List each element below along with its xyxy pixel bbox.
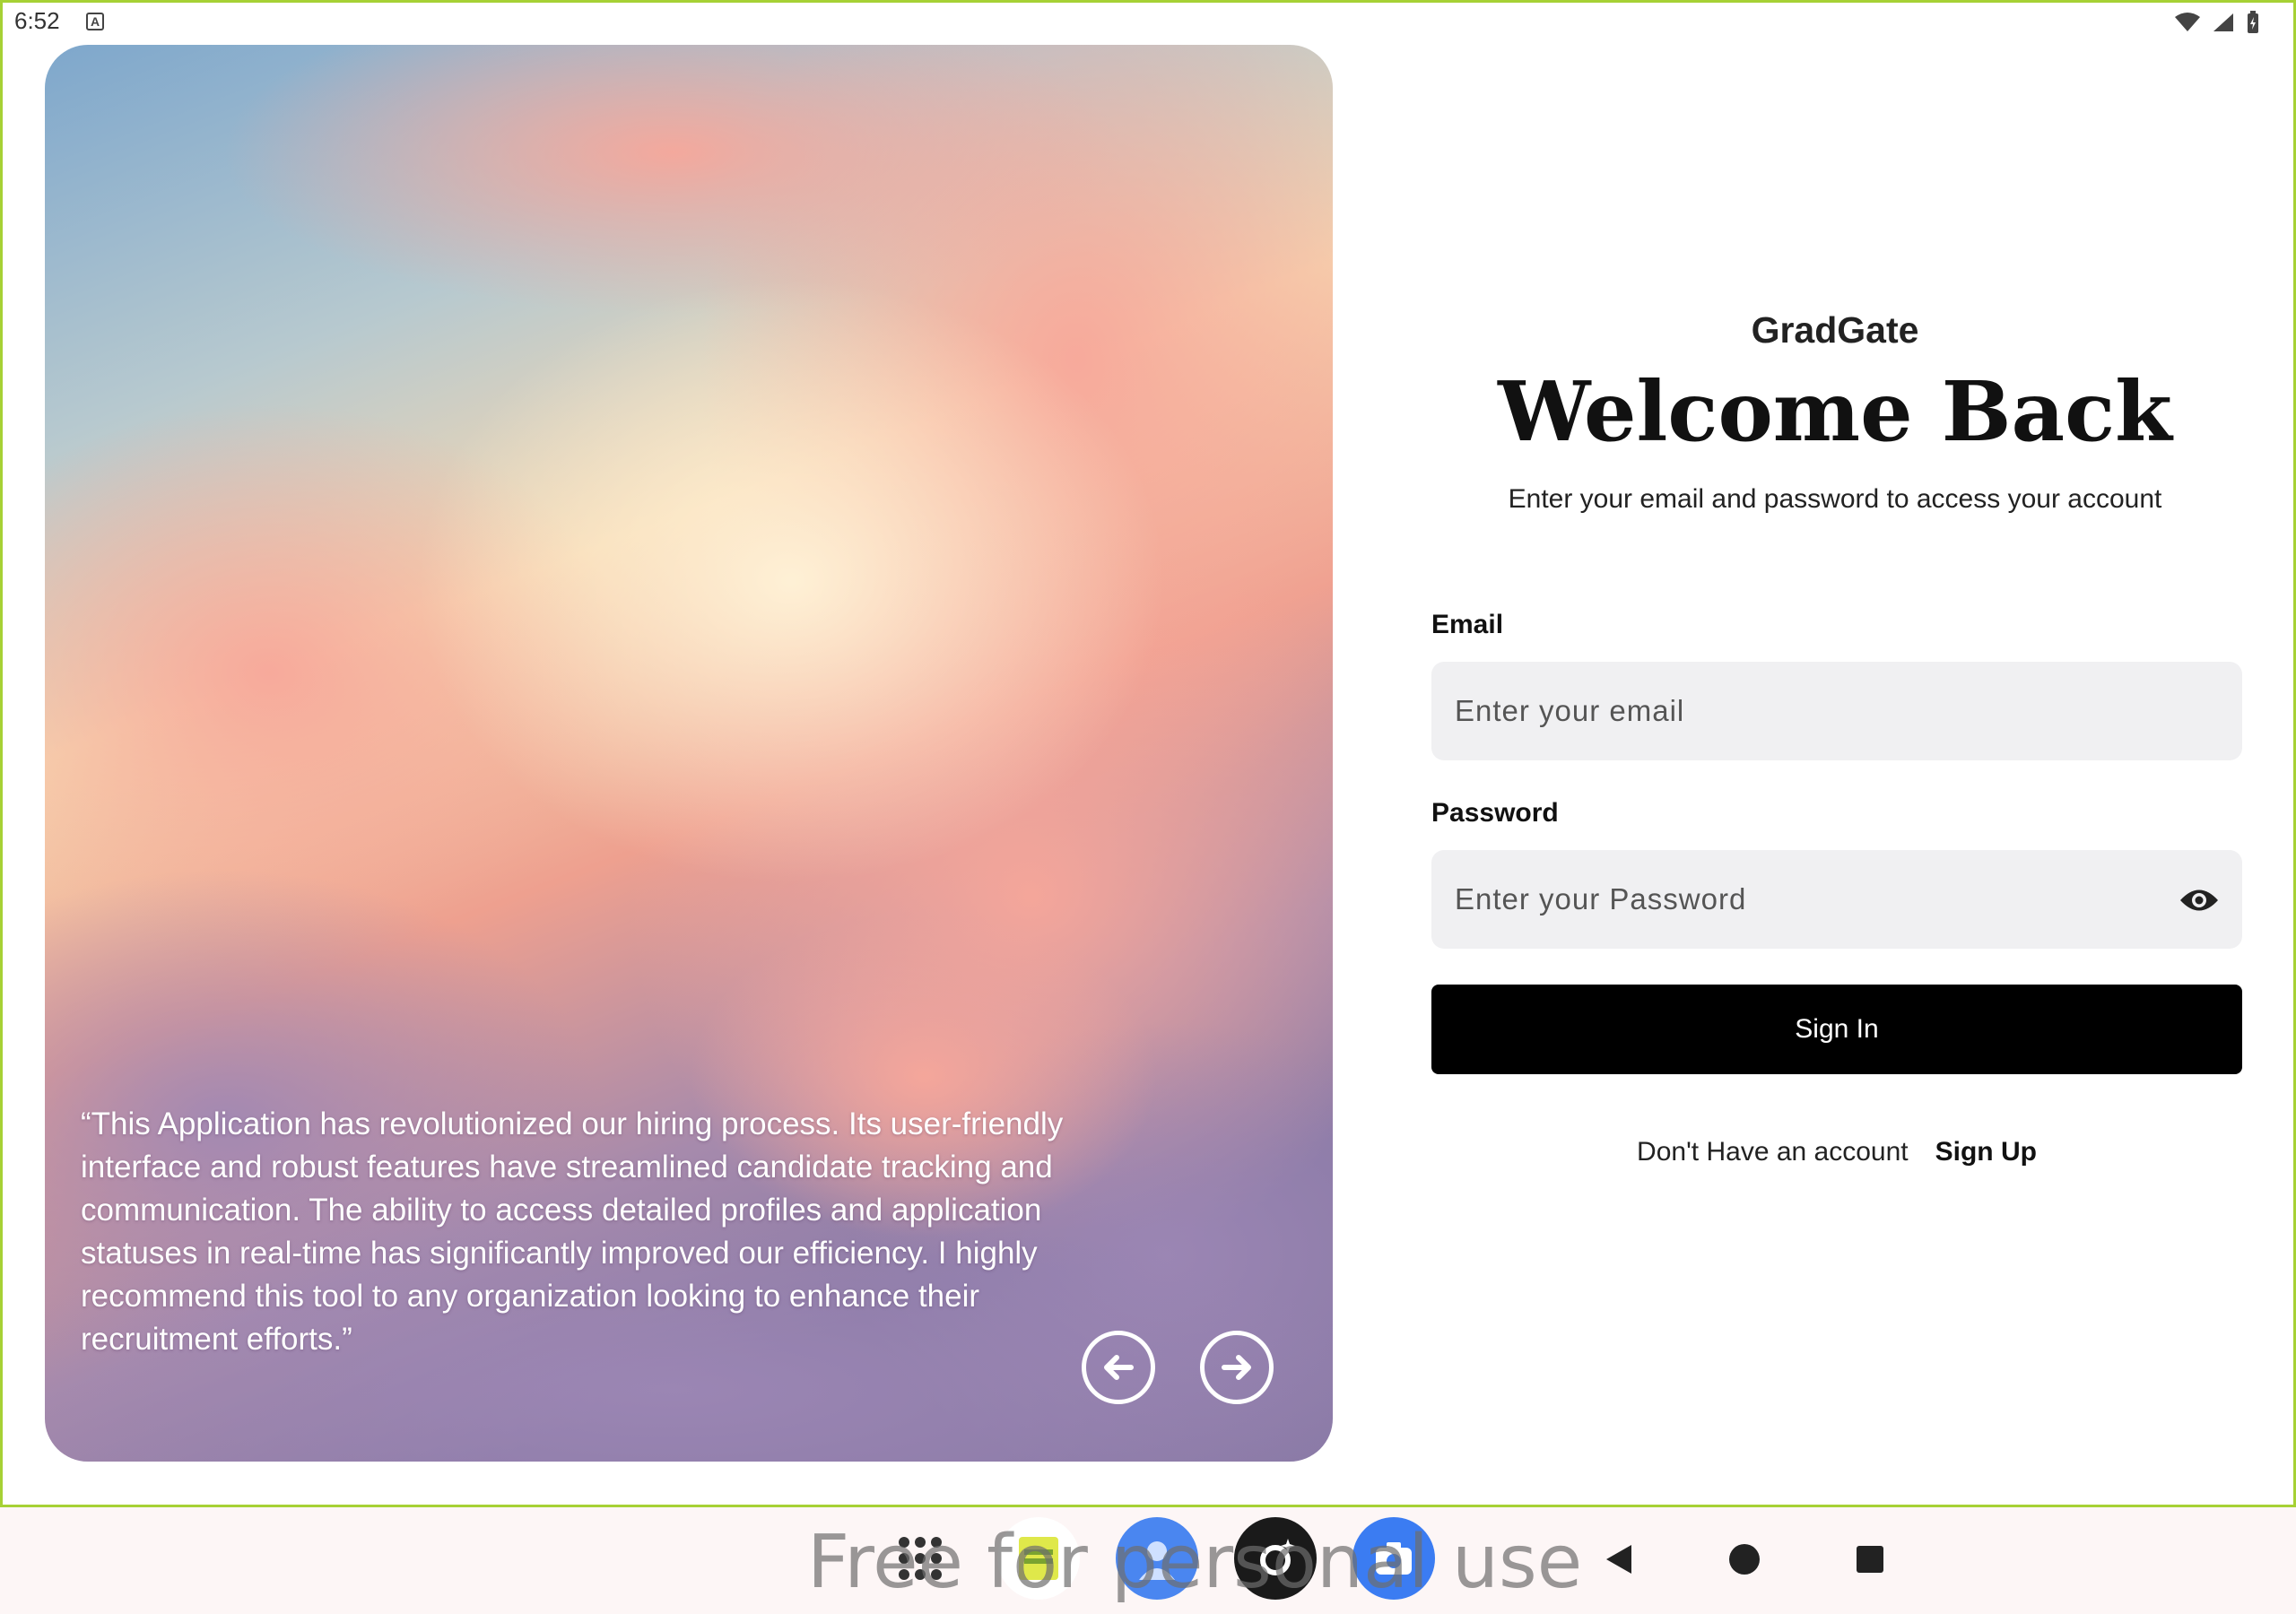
status-time: 6:52	[14, 7, 60, 34]
testimonial-quote: “This Application has revolutionized our…	[81, 1106, 1064, 1357]
brand-name: GradGate	[1751, 309, 1919, 351]
status-bar: 6:52 A	[0, 0, 2296, 43]
battery-icon	[2248, 11, 2258, 33]
eye-icon	[2180, 889, 2218, 911]
sign-up-link[interactable]: Sign Up	[1935, 1137, 2037, 1167]
back-icon[interactable]	[1596, 1537, 1641, 1582]
wifi-icon	[2175, 13, 2200, 31]
sign-in-button[interactable]: Sign In	[1431, 985, 2242, 1074]
previous-testimonial-button[interactable]	[1082, 1331, 1155, 1404]
recents-icon[interactable]	[1848, 1537, 1892, 1582]
ai-assistant-app-icon[interactable]	[1234, 1517, 1317, 1600]
arrow-left-icon	[1104, 1355, 1134, 1380]
password-field[interactable]	[1431, 850, 2242, 949]
password-label: Password	[1431, 798, 1559, 828]
home-icon[interactable]	[1722, 1537, 1767, 1582]
email-label: Email	[1431, 610, 1504, 639]
next-testimonial-button[interactable]	[1200, 1331, 1274, 1404]
signup-row: Don't Have an account Sign Up	[1431, 1137, 2242, 1167]
page-subtitle: Enter your email and password to access …	[1508, 484, 2162, 514]
signup-prompt: Don't Have an account	[1637, 1137, 1909, 1167]
toggle-password-visibility-button[interactable]	[2174, 879, 2224, 922]
testimonial-hero-card: “This Application has revolutionized our…	[45, 45, 1333, 1462]
status-icons	[2174, 11, 2260, 34]
sheets-app-icon[interactable]	[997, 1517, 1080, 1600]
arrow-right-icon	[1222, 1355, 1251, 1380]
signal-icon	[2213, 13, 2233, 31]
app-dock	[879, 1517, 1435, 1600]
app-drawer-icon[interactable]	[879, 1517, 961, 1600]
contacts-app-icon[interactable]	[1116, 1517, 1198, 1600]
email-field[interactable]	[1431, 662, 2242, 760]
notification-indicator: A	[86, 13, 104, 30]
camera-app-icon[interactable]	[1352, 1517, 1435, 1600]
system-navigation	[1596, 1537, 1892, 1582]
page-title: Welcome Back	[1498, 363, 2172, 460]
